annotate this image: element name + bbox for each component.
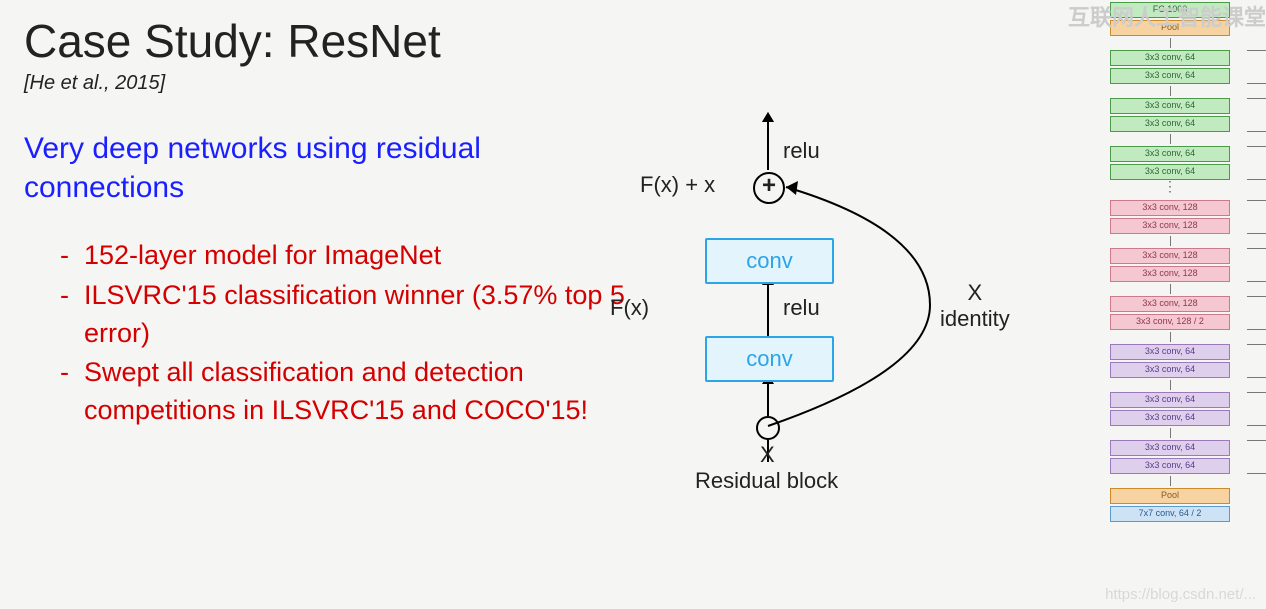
arch-layer: 3x3 conv, 128 (1110, 218, 1230, 234)
arch-dots: ⋮ (1080, 182, 1260, 198)
arch-gap (1080, 38, 1260, 48)
arch-layer: 3x3 conv, 64 (1110, 362, 1230, 378)
arch-layer: 3x3 conv, 64 (1110, 458, 1230, 474)
watermark-top-right: 互联网人工智能课堂 (1068, 0, 1266, 32)
slide-citation: [He et al., 2015] (24, 72, 1026, 95)
arch-layer: 3x3 conv, 64 (1110, 440, 1230, 456)
slide-subtitle: Very deep networks using residual connec… (24, 129, 544, 207)
arch-pair: 3x3 conv, 128 3x3 conv, 128 (1080, 248, 1260, 282)
arch-skip-curve (1247, 50, 1266, 84)
arch-gap (1080, 428, 1260, 438)
label-x-identity: X identity (940, 280, 1010, 332)
watermark-bottom-right: https://blog.csdn.net/... (1105, 586, 1256, 603)
label-relu-top: relu (783, 138, 820, 164)
label-x-in: X (760, 442, 775, 468)
arch-gap (1080, 476, 1260, 486)
bullet-item: Swept all classification and detection c… (84, 354, 644, 430)
arch-layer: Pool (1110, 488, 1230, 504)
arch-pair: 3x3 conv, 64 3x3 conv, 64 (1080, 98, 1260, 132)
arch-gap (1080, 380, 1260, 390)
arch-layer: 3x3 conv, 64 (1110, 410, 1230, 426)
bullet-item: 152-layer model for ImageNet (84, 237, 644, 275)
architecture-column: FC 1000Pool3x3 conv, 643x3 conv, 643x3 c… (1080, 0, 1260, 609)
arch-layer: 3x3 conv, 128 (1110, 296, 1230, 312)
arch-pair: 3x3 conv, 128 3x3 conv, 128 / 2 (1080, 296, 1260, 330)
arch-pair: 3x3 conv, 64 3x3 conv, 64 (1080, 50, 1260, 84)
arch-layer: 3x3 conv, 64 (1110, 68, 1230, 84)
arch-skip-curve (1247, 98, 1266, 132)
bullet-list: 152-layer model for ImageNet ILSVRC'15 c… (24, 237, 644, 430)
label-relu-mid: relu (783, 295, 820, 321)
arch-pair: 3x3 conv, 64 3x3 conv, 64 (1080, 344, 1260, 378)
arch-pair: 3x3 conv, 643x3 conv, 64 (1080, 146, 1260, 180)
arch-gap (1080, 236, 1260, 246)
arch-layer: 3x3 conv, 64 (1110, 146, 1230, 162)
arch-layer: 3x3 conv, 64 (1110, 50, 1230, 66)
arch-skip-curve (1247, 296, 1266, 330)
arch-layer: 3x3 conv, 64 (1110, 344, 1230, 360)
arch-skip-curve (1247, 146, 1266, 180)
label-fx: F(x) (610, 295, 649, 321)
arch-pair: 3x3 conv, 64 3x3 conv, 64 (1080, 392, 1260, 426)
arch-skip-curve (1247, 344, 1266, 378)
arch-layer: 3x3 conv, 128 (1110, 248, 1230, 264)
arch-skip-curve (1247, 248, 1266, 282)
slide-title: Case Study: ResNet (24, 14, 1026, 68)
arch-gap (1080, 134, 1260, 144)
label-caption: Residual block (695, 468, 838, 494)
label-fx-plus-x: F(x) + x (640, 172, 715, 198)
arch-skip-curve (1247, 200, 1266, 234)
arch-layer: 3x3 conv, 128 (1110, 266, 1230, 282)
arch-layer: 3x3 conv, 128 (1110, 200, 1230, 216)
arch-pair: 3x3 conv, 64 3x3 conv, 64 (1080, 440, 1260, 474)
arch-skip-curve (1247, 392, 1266, 426)
arch-gap (1080, 284, 1260, 294)
arch-layer: 7x7 conv, 64 / 2 (1110, 506, 1230, 522)
bullet-item: ILSVRC'15 classification winner (3.57% t… (84, 277, 644, 353)
arch-layer: 3x3 conv, 64 (1110, 116, 1230, 132)
residual-block-diagram: + conv conv relu F(x) + x relu F(x) X id… (600, 120, 1030, 520)
arch-layer: 3x3 conv, 64 (1110, 392, 1230, 408)
arch-gap (1080, 86, 1260, 96)
arch-gap (1080, 332, 1260, 342)
arch-skip-curve (1247, 440, 1266, 474)
slide-area: Case Study: ResNet [He et al., 2015] Ver… (0, 0, 1050, 609)
arch-layer: 3x3 conv, 64 (1110, 98, 1230, 114)
arch-layer: 3x3 conv, 128 / 2 (1110, 314, 1230, 330)
arch-pair: 3x3 conv, 128 3x3 conv, 128 (1080, 200, 1260, 234)
